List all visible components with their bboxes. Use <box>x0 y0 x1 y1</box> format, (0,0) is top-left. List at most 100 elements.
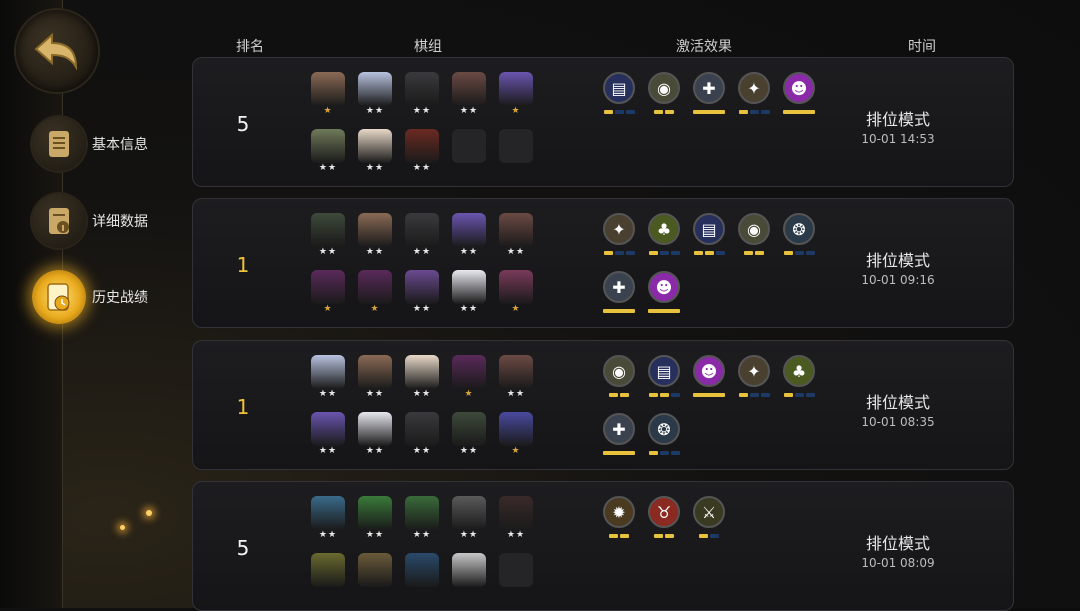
synergy-badge[interactable]: ▤ <box>600 72 638 122</box>
synergy-badge[interactable]: ✦ <box>600 213 638 263</box>
synergy-badge[interactable]: ▤ <box>645 355 683 405</box>
synergy-badge[interactable]: ✚ <box>690 72 728 122</box>
piece-portrait-icon <box>358 270 392 304</box>
history-clock-icon <box>32 270 86 324</box>
star-rating: ★ <box>323 106 333 116</box>
piece-portrait-icon <box>499 129 533 163</box>
synergy-badge[interactable]: ♣ <box>645 213 683 263</box>
chess-piece[interactable]: ★★ <box>404 72 440 118</box>
chess-piece[interactable]: ★★ <box>451 496 487 542</box>
chess-piece[interactable]: ★★ <box>357 355 393 401</box>
chess-piece[interactable]: ★★ <box>310 355 346 401</box>
chess-piece[interactable] <box>310 553 346 599</box>
chess-piece[interactable]: ★★ <box>498 496 534 542</box>
match-row[interactable]: 1 ★★ ★★ ★★ ★ ★★ ★★ ★★ ★★ ★★ ★ ◉ ▤ ☻ ✦ ♣ ✚ ❂ 排位模式 10-01 08:3… <box>192 340 1014 470</box>
chess-piece[interactable]: ★★ <box>404 270 440 316</box>
piece-portrait-icon <box>358 355 392 389</box>
chess-piece[interactable]: ★ <box>310 72 346 118</box>
star-rating: ★ <box>511 304 521 314</box>
synergy-badge[interactable]: ✹ <box>600 496 638 546</box>
star-rating: ★★ <box>459 106 479 116</box>
chess-piece[interactable]: ★ <box>498 270 534 316</box>
synergy-badge[interactable]: ✦ <box>735 72 773 122</box>
synergy-progress <box>690 393 728 397</box>
piece-portrait-icon <box>358 496 392 530</box>
piece-portrait-icon <box>311 553 345 587</box>
match-info: 排位模式 10-01 08:09 <box>783 530 1013 570</box>
empty-slot <box>498 553 534 599</box>
piece-portrait-icon <box>405 553 439 587</box>
synergy-progress <box>690 534 728 538</box>
nav-item-detailed-data[interactable]: 详细数据 <box>32 194 148 248</box>
star-rating: ★★ <box>318 389 338 399</box>
chess-piece[interactable] <box>451 553 487 599</box>
synergy-progress <box>600 534 638 538</box>
chess-piece[interactable]: ★★ <box>310 496 346 542</box>
nav-item-basic-info[interactable]: 基本信息 <box>32 117 148 171</box>
chess-piece[interactable]: ★★ <box>357 412 393 458</box>
nav-item-history[interactable]: 历史战绩 <box>32 270 148 324</box>
chess-piece[interactable]: ★★ <box>310 129 346 175</box>
chess-piece[interactable]: ★ <box>498 412 534 458</box>
synergy-badge[interactable]: ✦ <box>735 355 773 405</box>
synergy-badge[interactable]: ✚ <box>600 413 638 463</box>
synergy-badge[interactable]: ⚔ <box>690 496 728 546</box>
synergy-badge[interactable]: ◉ <box>735 213 773 263</box>
chess-piece[interactable]: ★★ <box>357 129 393 175</box>
chess-piece[interactable]: ★ <box>451 355 487 401</box>
synergy-badge[interactable]: ☻ <box>645 271 683 321</box>
chess-piece[interactable]: ★★ <box>404 129 440 175</box>
synergy-progress <box>645 534 683 538</box>
match-info: 排位模式 10-01 14:53 <box>783 106 1013 146</box>
synergy-progress <box>600 393 638 397</box>
synergy-badge[interactable]: ▤ <box>690 213 728 263</box>
chess-piece[interactable] <box>357 553 393 599</box>
chess-piece[interactable]: ★★ <box>498 213 534 259</box>
piece-portrait-icon <box>452 72 486 106</box>
star-rating: ★★ <box>318 446 338 456</box>
match-row[interactable]: 5 ★ ★★ ★★ ★★ ★ ★★ ★★ ★★ ▤ ◉ ✚ ✦ ☻ 排位模式 10-01 14:53 <box>192 57 1014 187</box>
star-rating: ★★ <box>459 530 479 540</box>
chess-piece[interactable]: ★★ <box>451 270 487 316</box>
chess-piece[interactable]: ★★ <box>357 213 393 259</box>
synergy-badge[interactable]: ◉ <box>645 72 683 122</box>
match-info: 排位模式 10-01 08:35 <box>783 389 1013 429</box>
star-rating: ★★ <box>459 247 479 257</box>
back-button[interactable] <box>16 10 98 92</box>
synergy-badge[interactable]: ✚ <box>600 271 638 321</box>
chess-piece[interactable]: ★★ <box>451 72 487 118</box>
gear-icon: ✹ <box>603 496 635 528</box>
synergy-badge[interactable]: ❂ <box>645 413 683 463</box>
chess-piece[interactable]: ★★ <box>498 355 534 401</box>
synergy-badge[interactable]: ◉ <box>600 355 638 405</box>
piece-portrait-icon <box>405 496 439 530</box>
chess-piece[interactable]: ★ <box>498 72 534 118</box>
chess-piece[interactable]: ★★ <box>357 496 393 542</box>
chess-piece[interactable]: ★ <box>310 270 346 316</box>
chess-piece[interactable]: ★★ <box>404 355 440 401</box>
chess-piece[interactable]: ★★ <box>404 496 440 542</box>
chess-piece[interactable]: ★ <box>357 270 393 316</box>
star-rating: ★★ <box>459 446 479 456</box>
star-rating: ★★ <box>412 304 432 314</box>
synergy-badge[interactable]: ☻ <box>690 355 728 405</box>
chess-piece[interactable]: ★★ <box>451 412 487 458</box>
synergy-progress <box>690 110 728 114</box>
tablet-icon: ▤ <box>603 72 635 104</box>
star-rating: ★★ <box>412 446 432 456</box>
chess-piece[interactable]: ★★ <box>451 213 487 259</box>
demon-icon: ☻ <box>648 271 680 303</box>
piece-portrait-icon <box>358 412 392 446</box>
chess-piece[interactable] <box>404 553 440 599</box>
chess-piece[interactable]: ★★ <box>404 412 440 458</box>
synergy-progress <box>600 110 638 114</box>
match-row[interactable]: 5 ★★ ★★ ★★ ★★ ★★ ✹ ♉ ⚔ 排位模式 10-01 08:09 <box>192 481 1014 611</box>
chess-piece[interactable]: ★★ <box>357 72 393 118</box>
chess-piece[interactable]: ★★ <box>310 412 346 458</box>
chess-piece[interactable]: ★★ <box>404 213 440 259</box>
match-row[interactable]: 1 ★★ ★★ ★★ ★★ ★★ ★ ★ ★★ ★★ ★ ✦ ♣ ▤ ◉ ❂ ✚ ☻ 排位模式 10-01 09:16 <box>192 198 1014 328</box>
synergy-badge[interactable]: ♉ <box>645 496 683 546</box>
star-rating: ★ <box>370 304 380 314</box>
piece-portrait-icon <box>452 496 486 530</box>
chess-piece[interactable]: ★★ <box>310 213 346 259</box>
